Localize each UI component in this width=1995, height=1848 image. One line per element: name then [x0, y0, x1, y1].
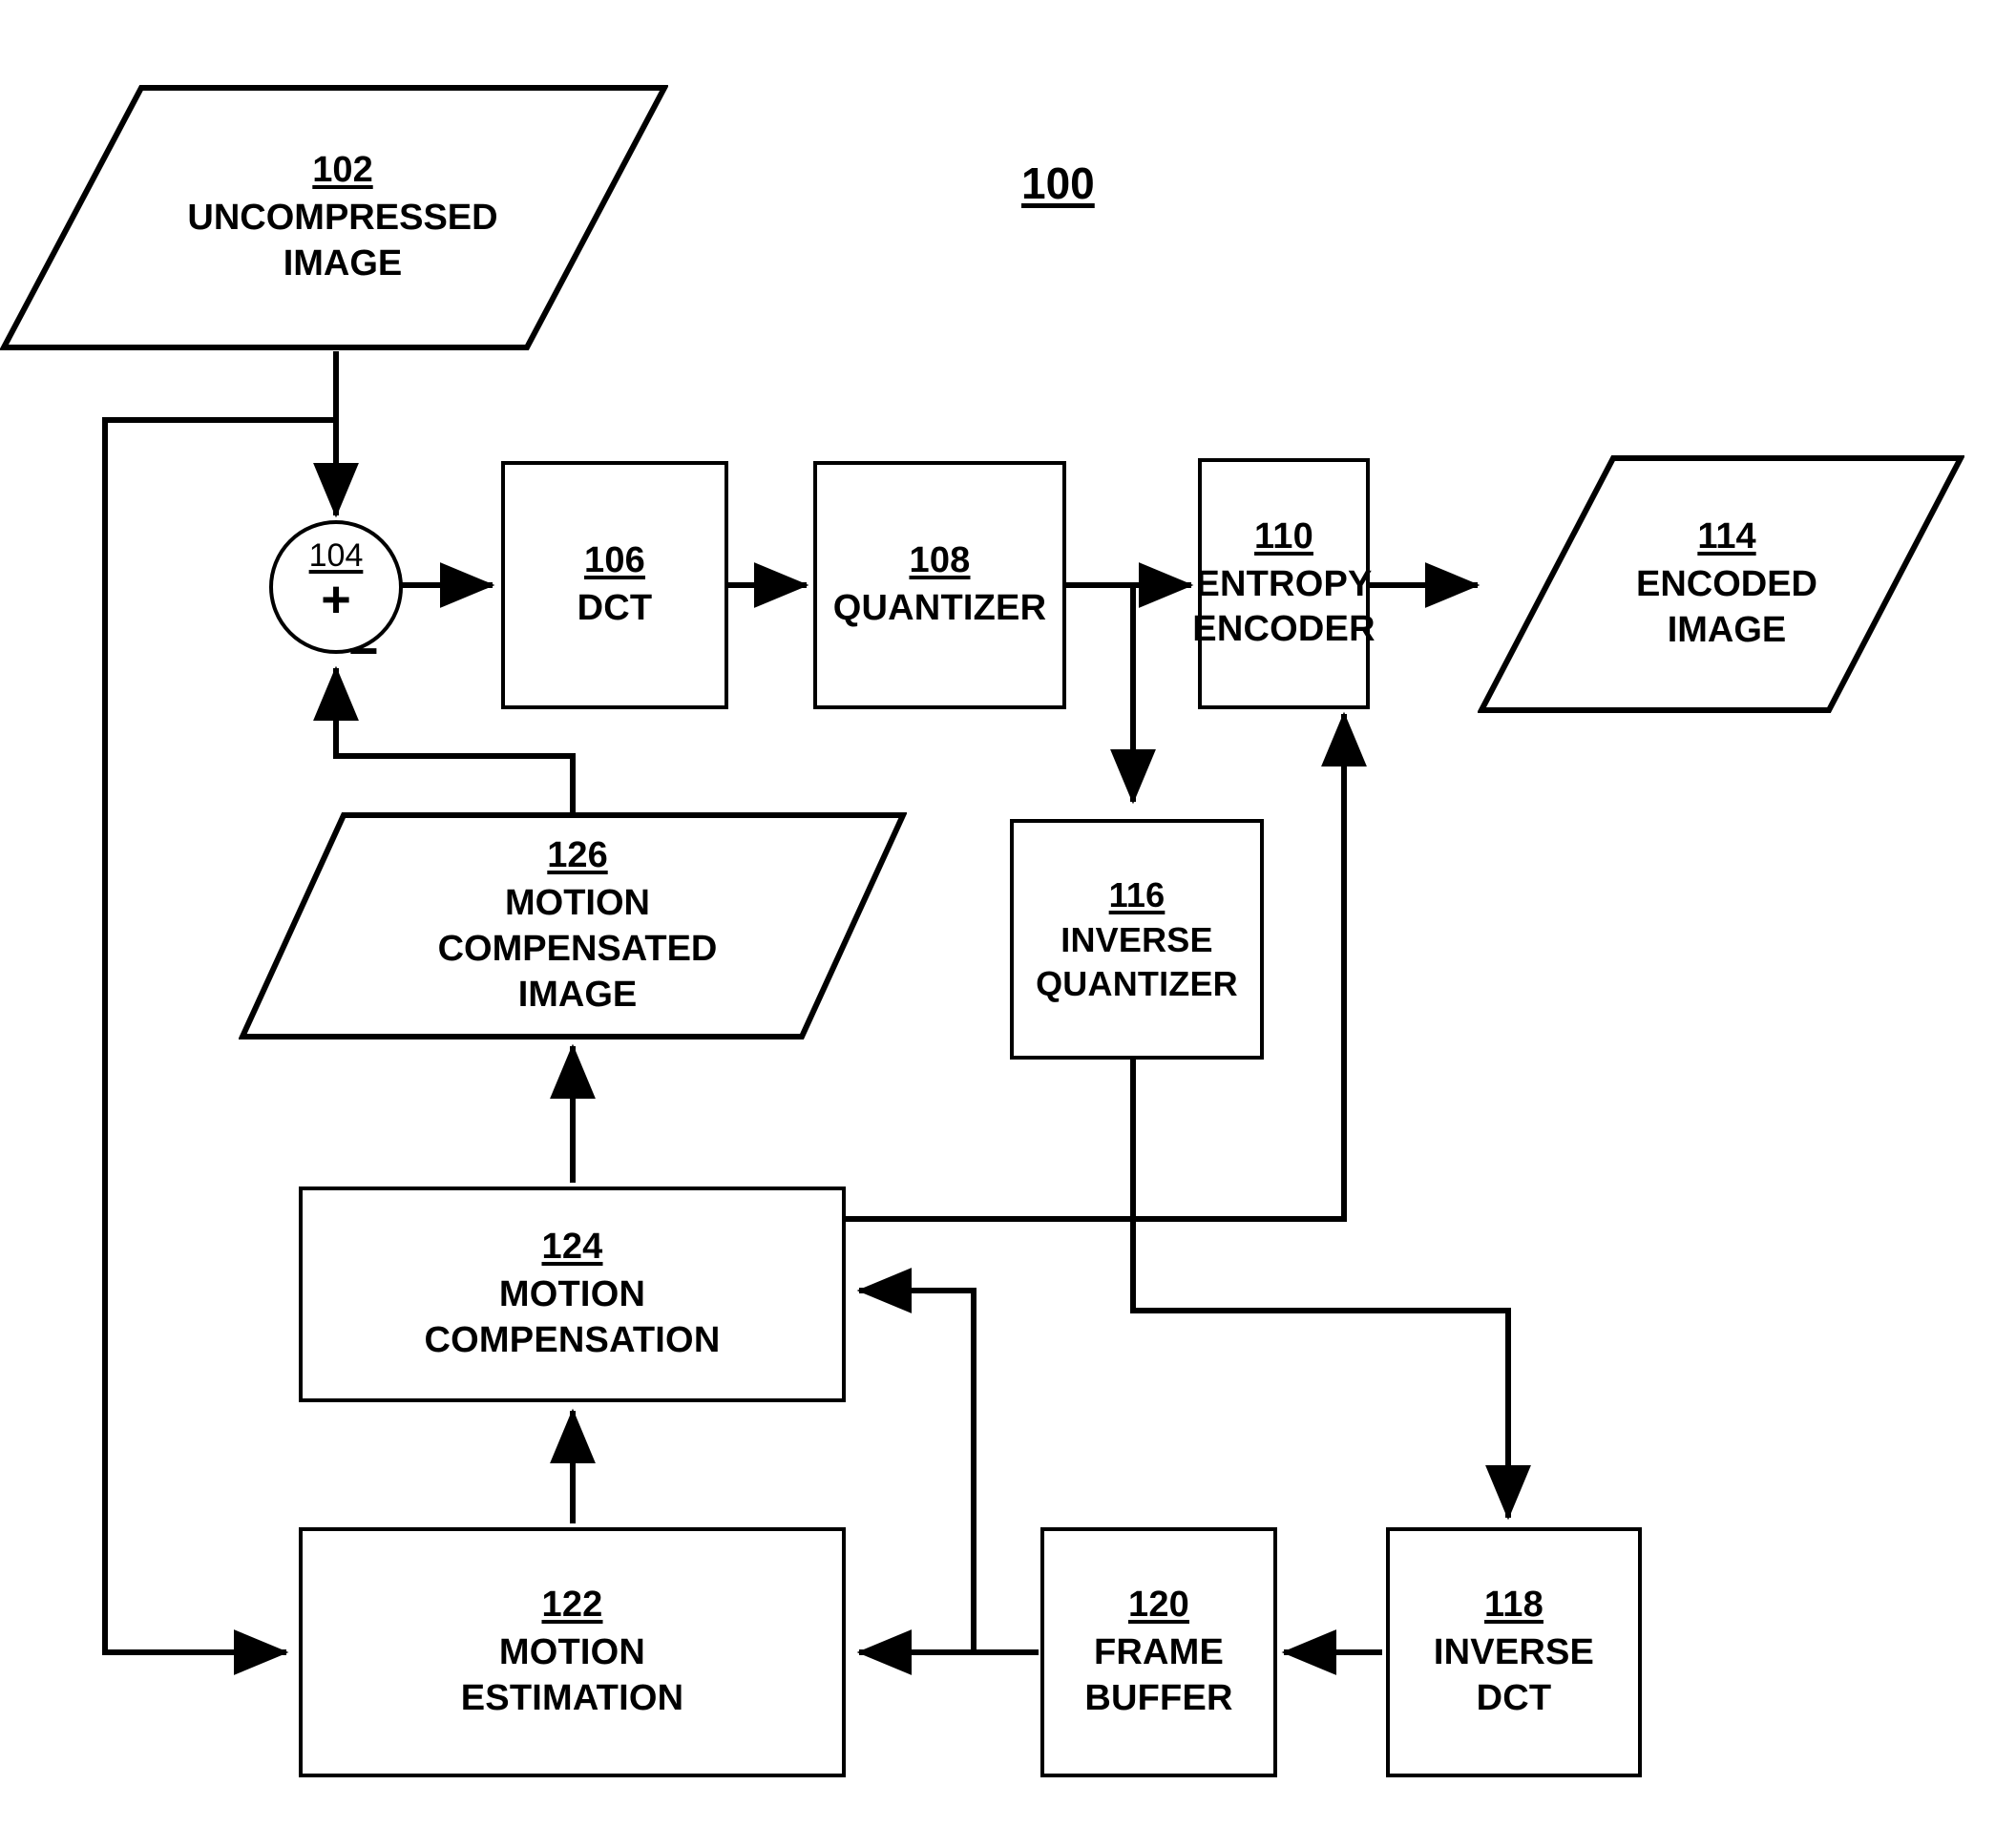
figure-reference-number: 100 — [1021, 158, 1095, 208]
node-dct: 106 DCT — [501, 461, 728, 709]
node-ref-104: 104 — [308, 537, 364, 574]
node-label-120: FRAME BUFFER — [1084, 1632, 1233, 1718]
node-ref-116: 116 — [1108, 874, 1166, 914]
node-motion-estimation: 122 MOTION ESTIMATION — [299, 1527, 846, 1777]
node-ref-124: 124 — [541, 1227, 603, 1268]
node-inverse-dct: 118 INVERSE DCT — [1386, 1527, 1642, 1777]
patent-figure-diagram: 102 UNCOMPRESSED IMAGE 104 + − 106 DCT 1… — [0, 0, 1995, 1848]
node-ref-118: 118 — [1484, 1585, 1544, 1626]
node-label-108: QUANTIZER — [832, 588, 1047, 628]
node-summing-junction: 104 + — [269, 520, 403, 654]
node-label-124: MOTION COMPENSATION — [424, 1274, 721, 1360]
node-inverse-quantizer: 116 INVERSE QUANTIZER — [1010, 819, 1264, 1060]
node-label-102: UNCOMPRESSED IMAGE — [187, 198, 498, 284]
wire-frame-buffer-to-motion-compensation — [856, 1268, 976, 1652]
node-frame-buffer: 120 FRAME BUFFER — [1040, 1527, 1277, 1777]
wire-inverse-quantizer-to-inverse-dct — [1130, 1060, 1531, 1521]
node-label-122: MOTION ESTIMATION — [460, 1632, 684, 1718]
minus-sign-icon: − — [348, 622, 379, 680]
node-ref-102: 102 — [312, 150, 373, 191]
node-label-106: DCT — [577, 588, 653, 628]
node-ref-120: 120 — [1127, 1585, 1189, 1626]
plus-sign-icon: + — [321, 571, 351, 628]
node-ref-126: 126 — [547, 835, 608, 876]
node-label-110: ENTROPY ENCODER — [1192, 563, 1376, 650]
node-motion-compensation: 124 MOTION COMPENSATION — [299, 1186, 846, 1402]
node-motion-compensated-image: 126 MOTION COMPENSATED IMAGE — [238, 811, 908, 1040]
node-ref-110: 110 — [1254, 515, 1313, 556]
node-label-114: ENCODED IMAGE — [1635, 564, 1818, 650]
node-ref-108: 108 — [909, 540, 971, 581]
node-ref-106: 106 — [583, 540, 645, 581]
node-quantizer: 108 QUANTIZER — [813, 461, 1066, 709]
node-label-126: MOTION COMPENSATED IMAGE — [437, 883, 718, 1015]
node-ref-114: 114 — [1697, 516, 1756, 557]
node-label-116: INVERSE QUANTIZER — [1036, 920, 1238, 1003]
node-label-118: INVERSE DCT — [1433, 1632, 1595, 1718]
node-ref-122: 122 — [541, 1585, 603, 1626]
node-encoded-image: 114 ENCODED IMAGE — [1477, 454, 1965, 714]
node-uncompressed-image: 102 UNCOMPRESSED IMAGE — [0, 84, 669, 351]
node-entropy-encoder: 110 ENTROPY ENCODER — [1192, 458, 1376, 709]
